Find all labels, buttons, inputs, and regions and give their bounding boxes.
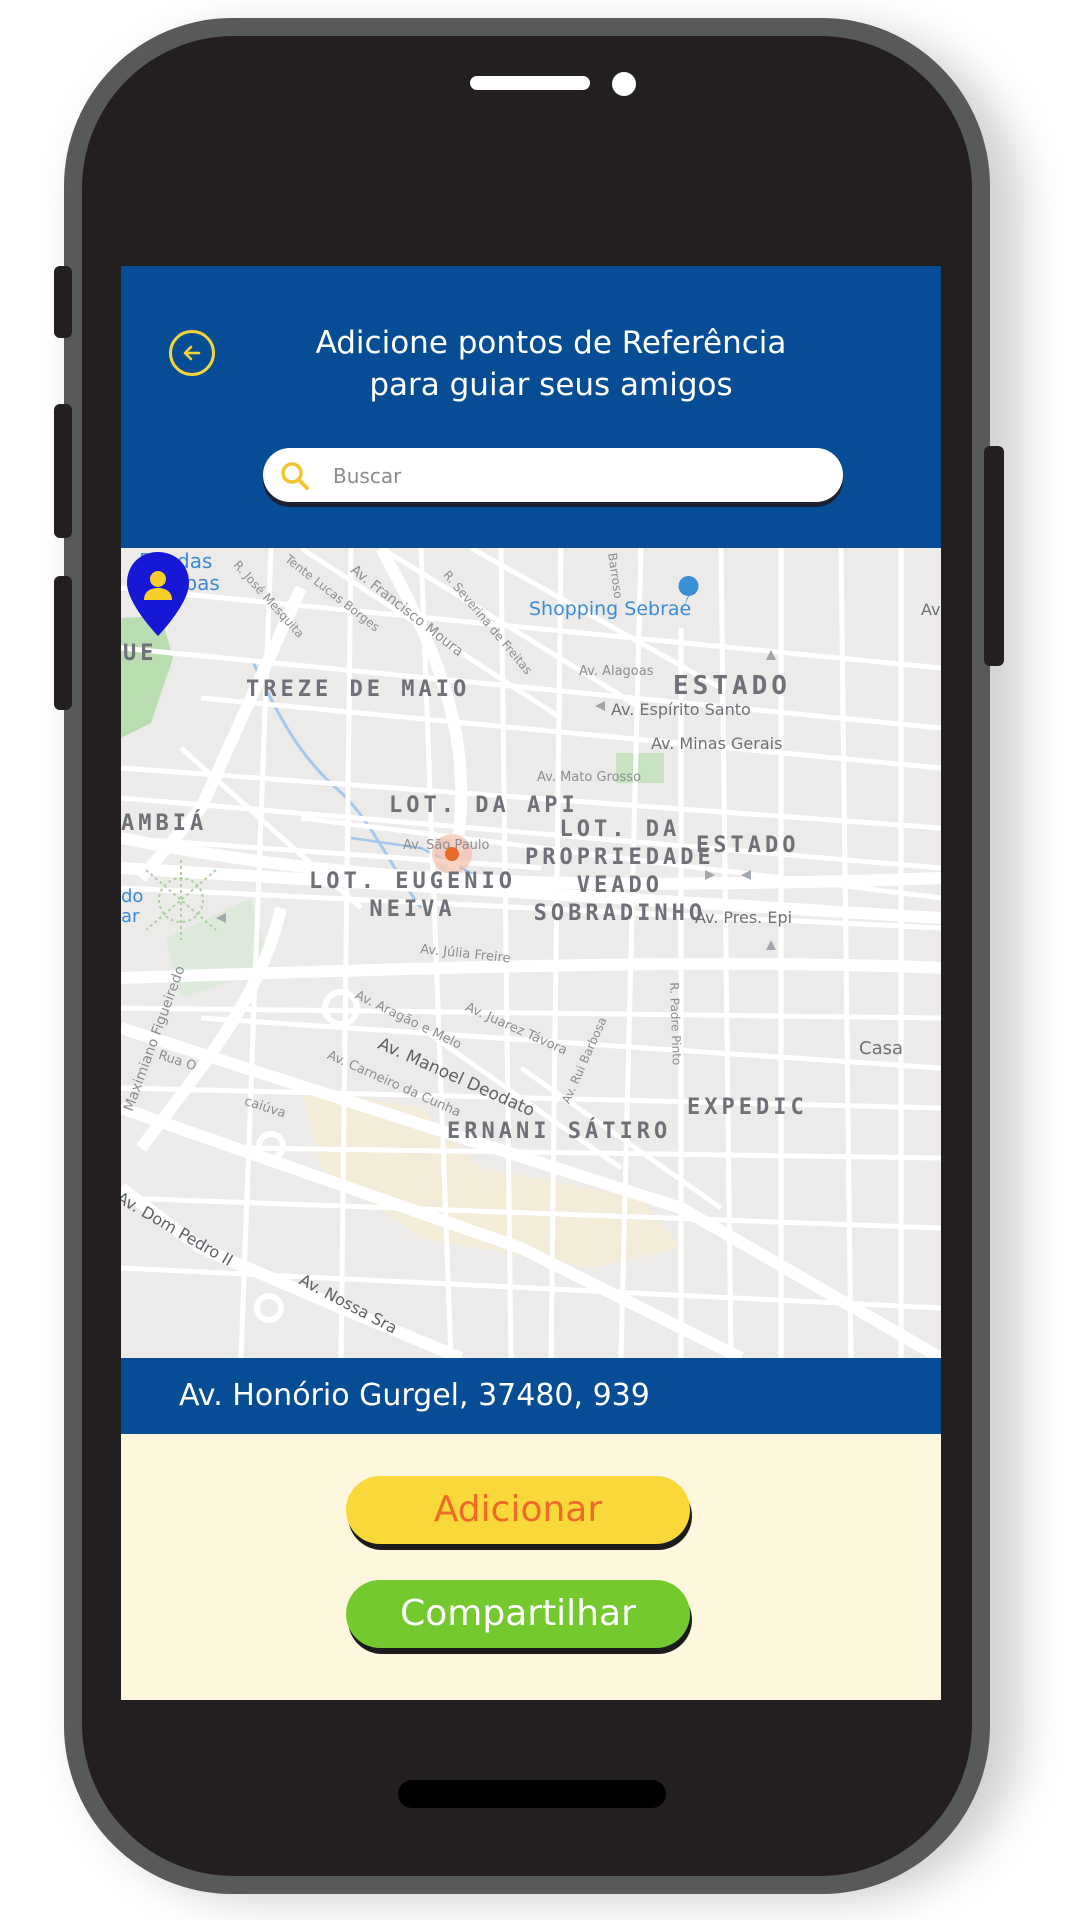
page-title-line-2: para guiar seus amigos bbox=[369, 367, 733, 403]
map-label-casa: Casa bbox=[859, 1038, 904, 1059]
phone-volume-down-button bbox=[54, 576, 72, 710]
street-alagoas: Av. Alagoas bbox=[579, 664, 654, 679]
phone-volume-up-button bbox=[54, 404, 72, 538]
selected-address: Av. Honório Gurgel, 37480, 939 bbox=[179, 1378, 650, 1413]
search-box[interactable] bbox=[263, 448, 843, 504]
map-label-ernani-satiro: ERNANI SÁTIRO bbox=[447, 1119, 672, 1144]
map-label-line: NEIVA bbox=[369, 897, 456, 922]
street-av-right: Av bbox=[921, 600, 941, 619]
action-panel: Adicionar Compartilhar bbox=[121, 1434, 941, 1700]
share-button[interactable]: Compartilhar bbox=[346, 1580, 690, 1648]
map-label-estado-mid: ESTADO bbox=[696, 833, 800, 858]
map-label-ambia: AMBIÁ bbox=[121, 811, 208, 836]
map-label-treze-de-maio: TREZE DE MAIO bbox=[246, 677, 471, 702]
map-label-line: LOT. EUGENIO bbox=[309, 869, 516, 894]
street-padre-pinto: R. Padre Pinto bbox=[667, 982, 684, 1066]
search-input[interactable] bbox=[331, 448, 825, 504]
map-label-estado-top: ESTADO bbox=[673, 671, 791, 701]
poi-shopping-sebrae[interactable]: Shopping Sebrae bbox=[529, 598, 691, 620]
street-sao-paulo: Av. São Paulo bbox=[403, 838, 490, 853]
search-icon bbox=[281, 462, 309, 490]
phone-power-button bbox=[984, 446, 1004, 666]
user-location-pin-icon[interactable] bbox=[121, 548, 195, 640]
home-indicator[interactable] bbox=[398, 1780, 666, 1808]
phone-silent-switch bbox=[54, 266, 72, 338]
front-camera bbox=[612, 72, 636, 96]
map-label-do: do bbox=[121, 886, 144, 907]
map-label-ar: ar bbox=[121, 906, 140, 927]
street-pres-epi: Av. Pres. Epi bbox=[695, 908, 793, 927]
map-label-lot-eugenio-neiva: LOT. EUGENIO NEIVA bbox=[309, 868, 516, 924]
map-label-line: LOT. DA bbox=[559, 817, 681, 842]
arrow-left-circle-icon bbox=[183, 345, 201, 361]
add-button[interactable]: Adicionar bbox=[346, 1476, 690, 1544]
street-mato-grosso: Av. Mato Grosso bbox=[537, 770, 642, 785]
street-espirito-santo: Av. Espírito Santo bbox=[611, 700, 751, 719]
map-label-line: PROPRIEDADE bbox=[525, 845, 715, 870]
street-minas-gerais: Av. Minas Gerais bbox=[651, 734, 783, 753]
back-button[interactable] bbox=[169, 330, 215, 376]
selected-address-bar: Av. Honório Gurgel, 37480, 939 bbox=[121, 1358, 941, 1434]
page-title: Adicione pontos de Referência para guiar… bbox=[261, 322, 841, 406]
map-view[interactable]: Rio das Bombas TREZE DE MAIO ESTADO UE L… bbox=[121, 548, 941, 1358]
earpiece-speaker bbox=[470, 76, 590, 90]
page-title-line-1: Adicione pontos de Referência bbox=[315, 325, 787, 361]
header: Adicione pontos de Referência para guiar… bbox=[121, 266, 941, 548]
map-label-lot-da-propriedade: LOT. DA PROPRIEDADE VEADO SOBRADINHO bbox=[525, 816, 715, 928]
map-label-line: SOBRADINHO bbox=[533, 901, 707, 926]
map-label-ue: UE bbox=[123, 641, 158, 666]
app-screen: Adicione pontos de Referência para guiar… bbox=[121, 266, 941, 1700]
map-label-line: VEADO bbox=[576, 873, 663, 898]
map-label-expedic: EXPEDIC bbox=[687, 1095, 808, 1120]
